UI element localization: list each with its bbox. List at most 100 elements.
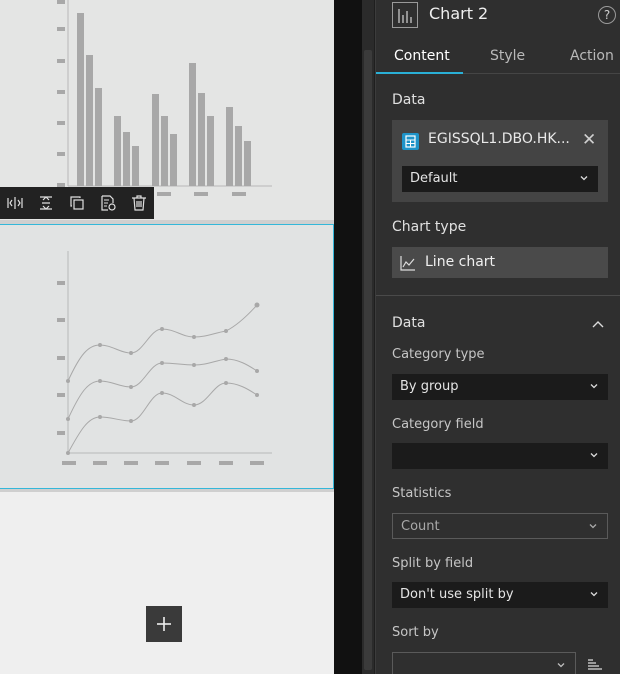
bar (170, 134, 177, 186)
y-tick (57, 431, 65, 435)
empty-drop-zone[interactable] (0, 492, 334, 674)
point (254, 302, 260, 308)
panel-tabs: Content Style Action (376, 40, 620, 74)
tab-content[interactable]: Content (394, 48, 450, 64)
sort-by-select[interactable] (392, 652, 576, 674)
chart-2-placeholder-selected[interactable] (0, 224, 334, 489)
close-icon[interactable]: ✕ (582, 130, 596, 150)
point (160, 327, 164, 331)
y-ticks (57, 0, 65, 187)
statistics-select[interactable]: Count (392, 513, 608, 539)
category-type-select[interactable]: By group (392, 374, 608, 400)
chart-type-selector[interactable]: Line chart (392, 247, 608, 278)
edit-data-button[interactable] (92, 187, 123, 219)
chevron-down-icon (590, 384, 598, 389)
help-icon[interactable]: ? (598, 6, 616, 24)
widget-toolbar (0, 187, 154, 219)
point (66, 379, 70, 383)
point (160, 391, 164, 395)
category-type-label: Category type (392, 347, 485, 362)
chevron-down-icon (590, 592, 598, 597)
y-ticks (57, 281, 65, 435)
y-tick (57, 27, 65, 31)
split-by-field-select[interactable]: Don't use split by (392, 582, 608, 608)
point (192, 403, 196, 407)
x-tick (232, 192, 246, 196)
chevron-down-icon (580, 176, 588, 181)
panel-title: Chart 2 (429, 4, 489, 23)
tab-style[interactable]: Style (490, 48, 525, 64)
data-source-card: EGISSQL1.DBO.HK... ✕ Default (392, 120, 608, 202)
point (192, 363, 196, 367)
y-tick (57, 121, 65, 125)
point (255, 393, 259, 397)
sort-order-icon[interactable] (587, 658, 603, 670)
x-tick (194, 192, 208, 196)
x-tick (62, 461, 76, 465)
sort-by-label: Sort by (392, 625, 439, 640)
category-field-select[interactable] (392, 443, 608, 469)
delete-icon (131, 195, 146, 211)
distribute-button[interactable] (31, 187, 62, 219)
chevron-down-icon (590, 453, 598, 458)
canvas-gutter (334, 0, 362, 674)
add-widget-button[interactable] (146, 606, 182, 642)
duplicate-button[interactable] (62, 187, 93, 219)
bar (198, 93, 205, 186)
series-line-1 (67, 304, 258, 382)
point (224, 357, 228, 361)
bars (77, 13, 251, 186)
series-line-2 (67, 358, 258, 420)
app-window: Chart 2 ? Content Style Action Data EGIS… (0, 0, 620, 674)
split-button[interactable] (0, 187, 31, 219)
point (129, 419, 133, 423)
y-tick (57, 393, 65, 397)
x-ticks (62, 461, 264, 465)
data-source-name[interactable]: EGISSQL1.DBO.HK... (428, 131, 570, 147)
y-tick (57, 318, 65, 322)
point (224, 329, 228, 333)
y-tick (57, 152, 65, 156)
bar (77, 13, 84, 186)
point (192, 335, 196, 339)
x-tick (93, 461, 107, 465)
bar (132, 146, 139, 186)
bar (235, 126, 242, 186)
bar (161, 116, 168, 186)
bar (86, 55, 93, 186)
tab-action[interactable]: Action (570, 48, 614, 64)
builder-canvas (0, 0, 334, 674)
line-chart-placeholder-graphic (57, 251, 272, 465)
point (98, 415, 102, 419)
point (98, 343, 102, 347)
data-view-value: Default (410, 171, 458, 186)
panel-header: Chart 2 ? (376, 0, 620, 32)
table-icon (402, 133, 419, 150)
point (66, 417, 70, 421)
points (66, 302, 260, 455)
bar (152, 94, 159, 186)
category-type-value: By group (400, 379, 459, 394)
data-source-label: Data (392, 92, 426, 108)
point (129, 351, 133, 355)
x-ticks (157, 192, 246, 196)
data-view-select[interactable]: Default (402, 166, 598, 192)
chevron-down-icon (589, 524, 597, 529)
point (255, 369, 259, 373)
bar (114, 116, 121, 186)
vertical-scrollbar-thumb[interactable] (364, 50, 372, 670)
chart-widget-icon (392, 2, 418, 28)
delete-button[interactable] (123, 187, 154, 219)
y-tick (57, 0, 65, 4)
point (224, 381, 228, 385)
category-field-label: Category field (392, 417, 484, 432)
y-tick (57, 59, 65, 63)
point (66, 451, 70, 455)
point (129, 385, 133, 389)
chevron-up-icon[interactable] (591, 318, 605, 330)
x-tick (155, 461, 169, 465)
data-section-title[interactable]: Data (392, 315, 425, 331)
chart-type-label: Chart type (392, 219, 467, 235)
x-tick (187, 461, 201, 465)
edit-data-icon (101, 195, 116, 211)
